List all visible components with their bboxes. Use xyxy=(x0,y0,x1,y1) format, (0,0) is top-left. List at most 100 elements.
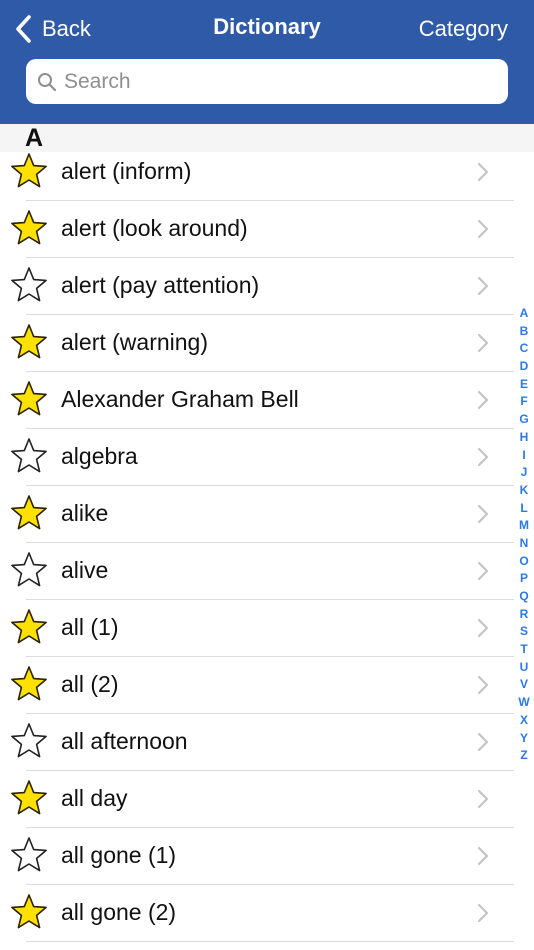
row-divider xyxy=(26,485,514,486)
star-outline-icon[interactable] xyxy=(9,437,49,477)
search-input[interactable] xyxy=(64,59,494,104)
list-item[interactable]: alert (pay attention) xyxy=(0,266,514,323)
entry-label: all gone (2) xyxy=(61,899,177,925)
list-item[interactable]: alike xyxy=(0,494,514,551)
entry-label: algebra xyxy=(61,443,138,469)
index-letter[interactable]: E xyxy=(520,376,528,394)
row-divider xyxy=(26,713,514,714)
index-letter[interactable]: X xyxy=(520,712,528,730)
index-letter[interactable]: H xyxy=(520,429,529,447)
chevron-right-icon xyxy=(477,675,489,695)
list-item[interactable]: all (1) xyxy=(0,608,514,665)
list-item[interactable]: Alexander Graham Bell xyxy=(0,380,514,437)
list-item[interactable]: alert (warning) xyxy=(0,323,514,380)
index-letter[interactable]: Q xyxy=(519,588,528,606)
list-item[interactable]: alert (look around) xyxy=(0,209,514,266)
index-letter[interactable]: J xyxy=(521,464,528,482)
entry-label: all (1) xyxy=(61,614,119,640)
chevron-right-icon xyxy=(477,219,489,239)
star-filled-icon[interactable] xyxy=(9,152,49,192)
star-outline-icon[interactable] xyxy=(9,722,49,762)
index-letter[interactable]: U xyxy=(520,659,529,677)
index-letter[interactable]: L xyxy=(520,500,527,518)
index-letter[interactable]: F xyxy=(520,393,527,411)
chevron-right-icon xyxy=(477,732,489,752)
chevron-right-icon xyxy=(477,162,489,182)
entry-label: alike xyxy=(61,500,109,526)
row-divider xyxy=(26,599,514,600)
entry-label: alert (inform) xyxy=(61,158,192,184)
index-letter[interactable]: B xyxy=(520,323,529,341)
list-item[interactable]: algebra xyxy=(0,437,514,494)
row-divider xyxy=(26,542,514,543)
chevron-right-icon xyxy=(477,618,489,638)
list-item[interactable]: all day xyxy=(0,779,514,836)
star-filled-icon[interactable] xyxy=(9,323,49,363)
list-item[interactable]: alive xyxy=(0,551,514,608)
entry-label: alert (look around) xyxy=(61,215,248,241)
list-item[interactable]: all gone (2) xyxy=(0,893,514,950)
row-divider xyxy=(26,371,514,372)
list-item[interactable]: alert (inform) xyxy=(0,152,514,209)
alphabet-index[interactable]: ABCDEFGHIJKLMNOPQRSTUVWXYZ xyxy=(514,305,534,765)
nav-bar: Back Dictionary Category xyxy=(0,0,534,58)
index-letter[interactable]: I xyxy=(522,447,525,465)
index-letter[interactable]: K xyxy=(520,482,529,500)
index-letter[interactable]: G xyxy=(519,411,528,429)
list-item[interactable]: all afternoon xyxy=(0,722,514,779)
search-bar[interactable] xyxy=(26,59,508,104)
chevron-right-icon xyxy=(477,276,489,296)
entry-label: alert (warning) xyxy=(61,329,208,355)
row-divider xyxy=(26,770,514,771)
star-outline-icon[interactable] xyxy=(9,836,49,876)
chevron-right-icon xyxy=(477,333,489,353)
index-letter[interactable]: R xyxy=(520,606,529,624)
chevron-right-icon xyxy=(477,789,489,809)
entry-label: all (2) xyxy=(61,671,119,697)
star-filled-icon[interactable] xyxy=(9,494,49,534)
row-divider xyxy=(26,884,514,885)
navigation-header: Back Dictionary Category xyxy=(0,0,534,124)
index-letter[interactable]: S xyxy=(520,623,528,641)
star-filled-icon[interactable] xyxy=(9,608,49,648)
index-letter[interactable]: A xyxy=(520,305,529,323)
row-divider xyxy=(26,257,514,258)
row-divider xyxy=(26,200,514,201)
star-outline-icon[interactable] xyxy=(9,266,49,306)
row-divider xyxy=(26,314,514,315)
index-letter[interactable]: N xyxy=(520,535,529,553)
index-letter[interactable]: W xyxy=(518,694,529,712)
list-item[interactable]: all gone (1) xyxy=(0,836,514,893)
star-filled-icon[interactable] xyxy=(9,209,49,249)
index-letter[interactable]: C xyxy=(520,340,529,358)
entry-label: Alexander Graham Bell xyxy=(61,386,299,412)
index-letter[interactable]: M xyxy=(519,517,529,535)
chevron-right-icon xyxy=(477,504,489,524)
index-letter[interactable]: O xyxy=(519,553,528,571)
chevron-right-icon xyxy=(477,846,489,866)
chevron-right-icon xyxy=(477,390,489,410)
entry-label: alert (pay attention) xyxy=(61,272,260,298)
row-divider xyxy=(26,941,514,942)
index-letter[interactable]: T xyxy=(520,641,527,659)
section-letter: A xyxy=(25,124,44,152)
star-filled-icon[interactable] xyxy=(9,779,49,819)
row-divider xyxy=(26,428,514,429)
row-divider xyxy=(26,656,514,657)
index-letter[interactable]: Z xyxy=(520,747,527,765)
row-divider xyxy=(26,827,514,828)
index-letter[interactable]: P xyxy=(520,570,528,588)
list-item[interactable]: all (2) xyxy=(0,665,514,722)
index-letter[interactable]: V xyxy=(520,676,528,694)
chevron-right-icon xyxy=(477,447,489,467)
chevron-right-icon xyxy=(477,903,489,923)
star-filled-icon[interactable] xyxy=(9,665,49,705)
index-letter[interactable]: Y xyxy=(520,730,528,748)
chevron-right-icon xyxy=(477,561,489,581)
index-letter[interactable]: D xyxy=(520,358,529,376)
star-filled-icon[interactable] xyxy=(9,893,49,933)
magnifier-icon xyxy=(38,73,57,92)
star-filled-icon[interactable] xyxy=(9,380,49,420)
star-outline-icon[interactable] xyxy=(9,551,49,591)
category-button[interactable]: Category xyxy=(419,16,508,42)
